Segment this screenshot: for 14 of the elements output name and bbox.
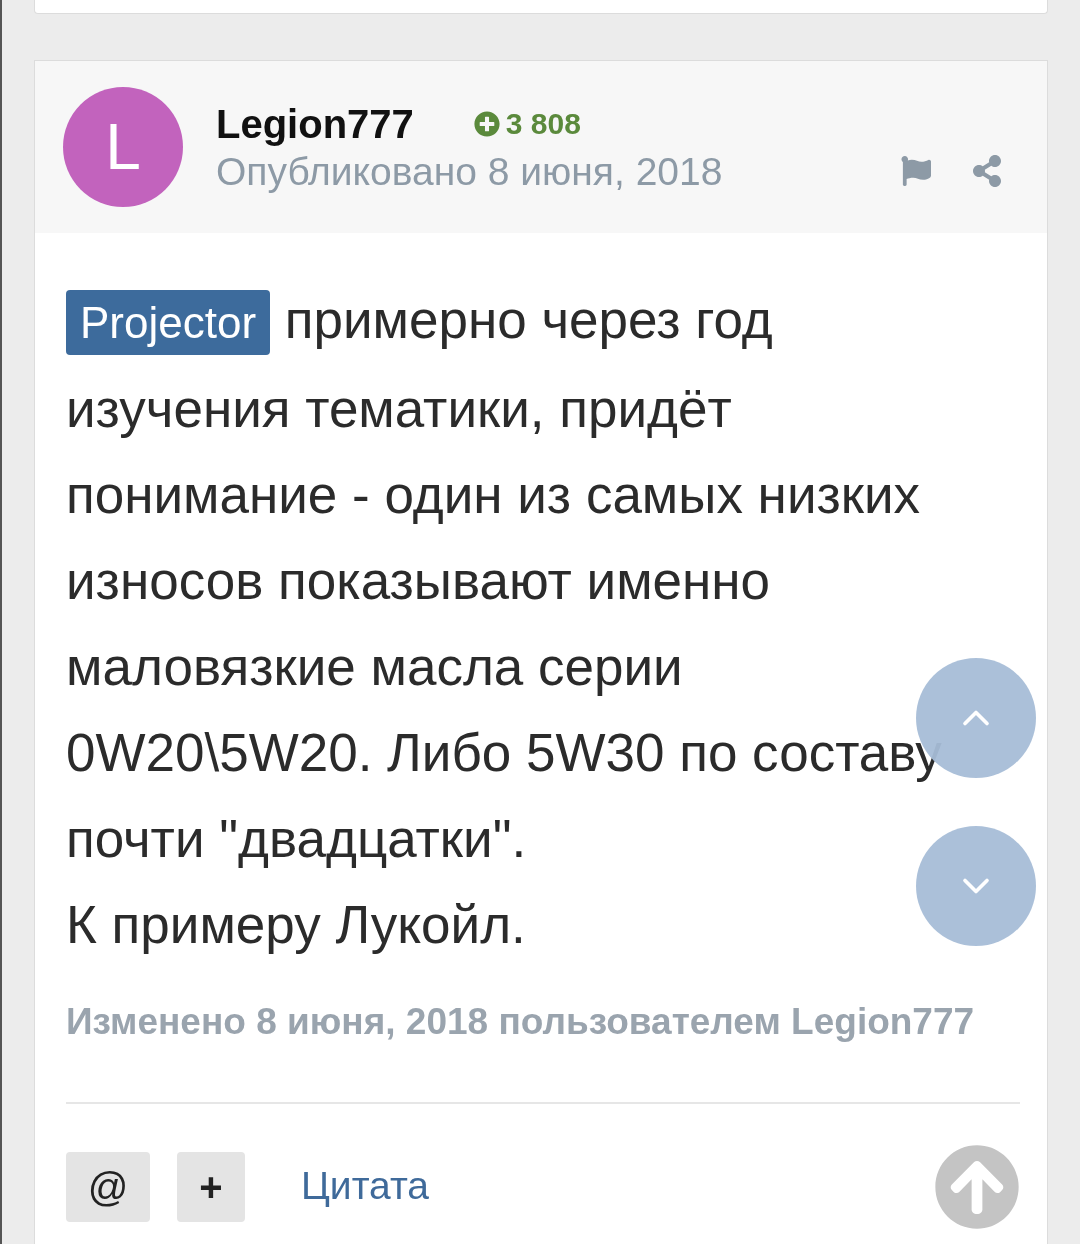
author-name[interactable]: Legion777 [216,103,414,144]
scroll-up-icon[interactable] [934,1143,1020,1230]
edited-note: Изменено 8 июня, 2018 пользователем Legion777 [66,1000,976,1044]
quote-link[interactable]: Цитата [301,1157,429,1216]
add-button[interactable]: + [177,1151,245,1222]
reputation-count: 3 808 [505,108,581,139]
mention-tag[interactable]: Projector [66,290,271,355]
avatar: L [63,87,183,207]
mention-button[interactable]: @ [66,1151,150,1222]
flag-icon[interactable] [899,156,933,186]
post-text: Projector примерно через год изучения тематики, придёт понимание - один из самых низких износов показывают именно маловязкие масла серии 0W20\5W20. Либо 5W30 по составу почти "двадцатки". [66,289,943,870]
published-date: Опубликовано 8 июня, 2018 [216,151,723,191]
post-text: К примеру Лукойл. [66,894,526,956]
share-icon[interactable] [971,155,1003,187]
